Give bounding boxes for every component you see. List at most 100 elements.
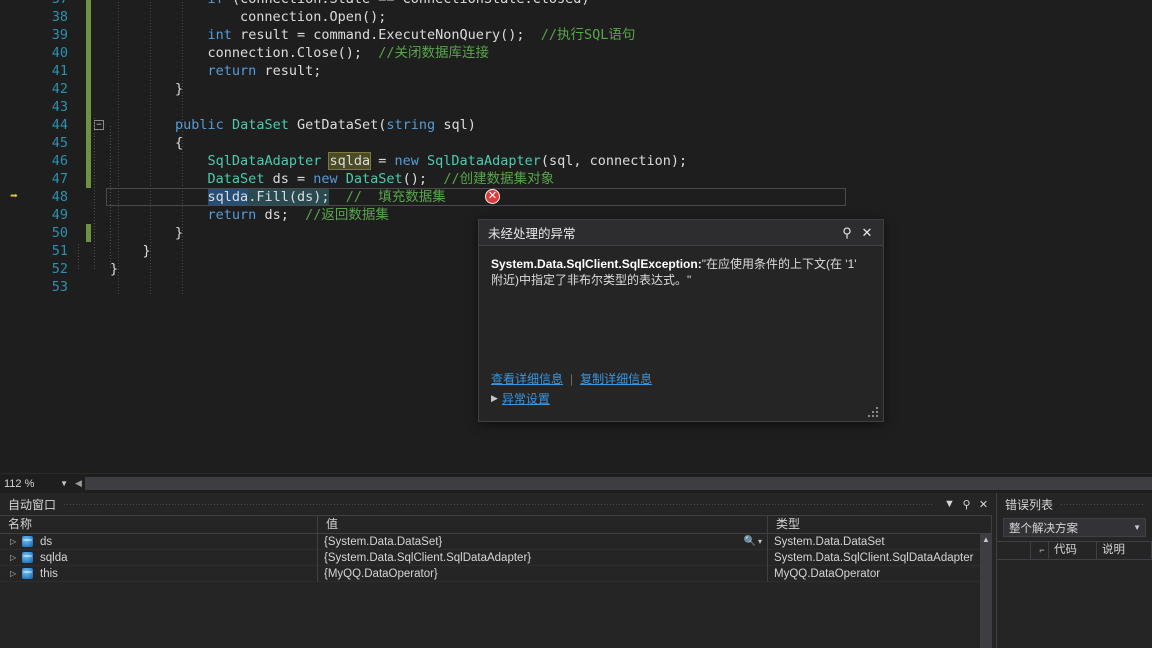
structure-guide-line	[110, 126, 111, 252]
exception-popup-body: System.Data.SqlClient.SqlException:"在应使用…	[479, 246, 883, 288]
change-indicator-bar	[86, 260, 91, 278]
code-text: }	[110, 225, 184, 241]
variable-type: System.Data.DataSet	[774, 535, 885, 548]
change-indicator-bar	[86, 278, 91, 296]
expand-triangle-icon[interactable]: ▷	[10, 553, 21, 562]
copy-details-link[interactable]: 复制详细信息	[580, 370, 652, 387]
line-number: 41	[51, 63, 68, 79]
collapse-outline-icon[interactable]: −	[94, 120, 104, 130]
column-header-description[interactable]: 说明	[1097, 541, 1152, 560]
indent-guide	[150, 278, 151, 296]
object-icon	[21, 536, 34, 547]
sort-indicator-icon[interactable]: ⌐	[1031, 541, 1049, 560]
view-details-link[interactable]: 查看详细信息	[491, 370, 563, 387]
error-list-titlebar: 错误列表	[997, 493, 1152, 515]
code-line[interactable]: 45 {	[0, 134, 1152, 152]
link-separator: |	[570, 371, 574, 386]
variable-name: this	[40, 567, 58, 580]
indent-guide	[182, 242, 183, 260]
table-row[interactable]: ▷ sqlda {System.Data.SqlClient.SqlDataAdap…	[0, 549, 992, 566]
variable-name: sqlda	[40, 551, 68, 564]
exception-popup-titlebar: 未经处理的异常 ⚲ ✕	[479, 220, 883, 246]
current-statement-arrow-icon: ➡	[10, 189, 18, 204]
error-icon[interactable]: ✕	[485, 189, 500, 204]
code-line[interactable]: 38 connection.Open();	[0, 8, 1152, 26]
window-menu-icon[interactable]: ▼	[941, 498, 958, 510]
column-header-code[interactable]: 代码	[1049, 541, 1097, 560]
variable-value: {MyQQ.DataOperator}	[324, 567, 438, 580]
exception-message: System.Data.SqlClient.SqlException:"在应使用…	[491, 256, 871, 288]
change-indicator-bar	[86, 80, 91, 98]
code-line[interactable]: ➡ 48 sqlda.Fill(ds); // 填充数据集 ✕	[0, 188, 1152, 206]
indent-guide	[118, 278, 119, 296]
code-text: return result;	[207, 63, 322, 79]
visual-studio-window: 37 if (connection.State == ConnectionSta…	[0, 0, 1152, 648]
line-number: 49	[51, 207, 68, 223]
change-indicator-bar	[86, 152, 91, 170]
code-text: connection.Open();	[110, 9, 387, 25]
autos-titlebar: 自动窗口 ▼ ⚲ ✕	[0, 493, 992, 515]
horizontal-scrollbar[interactable]	[84, 477, 1152, 490]
exception-popup-title: 未经处理的异常	[488, 227, 576, 241]
code-line[interactable]: 43	[0, 98, 1152, 116]
code-line[interactable]: 42 }	[0, 80, 1152, 98]
line-number: 47	[51, 171, 68, 187]
error-scope-value: 整个解决方案	[1009, 522, 1078, 535]
variable-type: System.Data.SqlClient.SqlDataAdapter	[774, 551, 974, 564]
column-header-type[interactable]: 类型	[768, 515, 992, 534]
code-text: public DataSet GetDataSet(string sql)	[175, 117, 476, 133]
pin-icon[interactable]: ⚲	[958, 498, 975, 511]
code-line[interactable]: 40 connection.Close(); //关闭数据库连接	[0, 44, 1152, 62]
table-row[interactable]: ▷ this {MyQQ.DataOperator} MyQQ.DataOperato…	[0, 565, 992, 582]
object-icon	[21, 552, 34, 563]
column-header-value[interactable]: 值	[318, 515, 768, 534]
autos-vertical-scrollbar[interactable]: ▲	[980, 534, 992, 648]
scroll-left-arrow-icon[interactable]: ◀	[72, 478, 85, 489]
change-indicator-bar	[86, 98, 91, 116]
change-indicator-bar	[86, 242, 91, 260]
close-icon[interactable]: ✕	[975, 498, 992, 511]
chevron-down-icon[interactable]: ▾	[758, 534, 762, 550]
chevron-down-icon: ▼	[60, 479, 68, 488]
titlebar-dotted-filler	[1061, 503, 1144, 505]
indent-guide	[118, 98, 119, 116]
expand-triangle-icon[interactable]: ▷	[10, 569, 21, 578]
close-icon[interactable]: ✕	[857, 225, 877, 241]
exception-links: 查看详细信息 | 复制详细信息	[491, 370, 652, 387]
autos-window[interactable]: 自动窗口 ▼ ⚲ ✕ 名称 值 类型 ▷ ds {System.Data.DataS…	[0, 493, 992, 648]
error-list-window[interactable]: 错误列表 整个解决方案 ▼ ⌐ 代码 说明	[996, 493, 1152, 648]
change-indicator-bar	[86, 62, 91, 80]
line-number: 46	[51, 153, 68, 169]
code-line[interactable]: 47 DataSet ds = new DataSet(); //创建数据集对象	[0, 170, 1152, 188]
code-text: sqlda.Fill(ds); // 填充数据集	[207, 189, 446, 205]
resize-grip-icon[interactable]	[867, 406, 879, 418]
code-text: return ds; //返回数据集	[207, 207, 389, 223]
column-header-name[interactable]: 名称	[0, 515, 318, 534]
code-line[interactable]: 39 int result = command.ExecuteNonQuery(…	[0, 26, 1152, 44]
line-number: 50	[51, 225, 68, 241]
indent-guide	[182, 260, 183, 278]
code-line[interactable]: 46 SqlDataAdapter sqlda = new SqlDataAda…	[0, 152, 1152, 170]
pin-icon[interactable]: ⚲	[837, 225, 857, 241]
code-line[interactable]: 41 return result;	[0, 62, 1152, 80]
line-number: 44	[51, 117, 68, 133]
code-line[interactable]: 44 − public DataSet GetDataSet(string sql…	[0, 116, 1152, 134]
change-indicator-bar	[86, 116, 91, 134]
line-number: 53	[51, 279, 68, 295]
zoom-level-combobox[interactable]: 112 % ▼	[0, 475, 72, 493]
variable-name: ds	[40, 535, 53, 548]
zoom-level-value: 112 %	[4, 477, 35, 490]
indent-guide	[182, 278, 183, 296]
code-line[interactable]: 37 if (connection.State == ConnectionSta…	[0, 0, 1152, 8]
exception-settings-label: 异常设置	[501, 392, 550, 406]
error-scope-combobox[interactable]: 整个解决方案 ▼	[1003, 518, 1146, 537]
column-header-icon[interactable]	[997, 541, 1031, 560]
table-row[interactable]: ▷ ds {System.Data.DataSet} 🔍 ▾ System.Data.Da…	[0, 533, 992, 550]
exception-settings-expander[interactable]: ▶ 异常设置	[491, 390, 550, 407]
line-number: 43	[51, 99, 68, 115]
exception-helper-popup[interactable]: 未经处理的异常 ⚲ ✕ System.Data.SqlClient.SqlExc…	[478, 219, 884, 422]
structure-guide-line	[110, 252, 111, 270]
magnifier-icon[interactable]: 🔍	[744, 534, 756, 550]
scroll-up-arrow-icon[interactable]: ▲	[980, 534, 992, 546]
expand-triangle-icon[interactable]: ▷	[10, 537, 21, 546]
